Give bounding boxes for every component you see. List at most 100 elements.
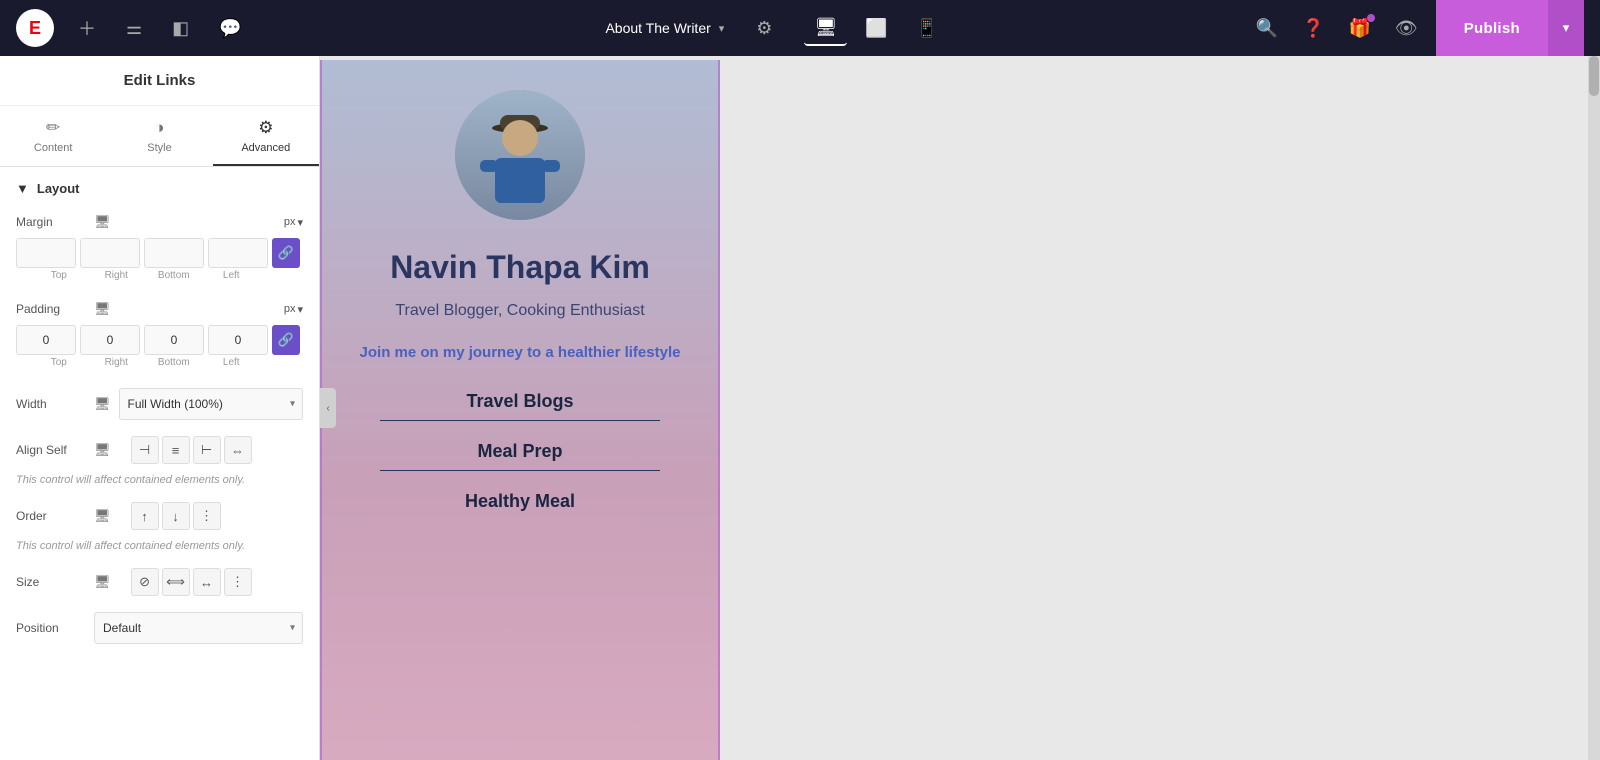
align-self-center-button[interactable]: ≡ xyxy=(162,436,190,464)
padding-link-button[interactable]: 🔗 xyxy=(272,325,300,355)
margin-left-input[interactable] xyxy=(208,238,268,268)
elementor-logo[interactable]: E xyxy=(16,9,54,47)
order-end-button[interactable]: ↓ xyxy=(162,502,190,530)
blog-divider-1 xyxy=(380,420,660,421)
nav-left: E ＋ ⚌ ◧ 💬 xyxy=(0,9,320,47)
responsive-mode-button[interactable]: ⚌ xyxy=(120,12,148,45)
panel-content-area: ▼ Layout Margin 🖥 px ▾ 🔗 xyxy=(0,167,319,672)
writer-name: Navin Thapa Kim xyxy=(390,248,650,286)
tab-content[interactable]: ✏ Content xyxy=(0,106,106,166)
nav-center: About The Writer ▾ ⚙ 🖥 ⬜ 📱 xyxy=(320,11,1234,46)
padding-inputs-row: 🔗 xyxy=(16,325,303,355)
order-device-icon: 🖥 xyxy=(94,508,111,524)
margin-bottom-input[interactable] xyxy=(144,238,204,268)
layers-button[interactable]: ◧ xyxy=(166,12,195,45)
margin-link-button[interactable]: 🔗 xyxy=(272,238,300,268)
padding-unit-selector[interactable]: px ▾ xyxy=(284,303,303,316)
blog-link-meal-prep[interactable]: Meal Prep xyxy=(477,441,562,462)
panel-title: Edit Links xyxy=(0,56,319,106)
help-button[interactable]: ❓ xyxy=(1296,12,1330,45)
size-row: Size 🖥 ⊘ ⟺ ↔ ⋮ xyxy=(0,560,319,604)
margin-left-label: Left xyxy=(205,270,259,281)
order-custom-button[interactable]: ⋮ xyxy=(193,502,221,530)
size-no-resize-button[interactable]: ⊘ xyxy=(131,568,159,596)
publish-button[interactable]: Publish xyxy=(1436,0,1548,56)
size-device-icon: 🖥 xyxy=(94,574,111,590)
tab-advanced[interactable]: ⚙ Advanced xyxy=(213,106,319,166)
margin-bottom-label: Bottom xyxy=(147,270,201,281)
style-tab-label: Style xyxy=(147,142,171,154)
align-self-start-button[interactable]: ⊣ xyxy=(131,436,159,464)
position-label: Position xyxy=(16,621,86,635)
canvas-area: ‹ xyxy=(320,56,1588,760)
width-select[interactable]: Full Width (100%) Custom xyxy=(119,388,303,420)
blog-link-travel[interactable]: Travel Blogs xyxy=(466,391,573,412)
desktop-device-button[interactable]: 🖥 xyxy=(804,11,847,46)
position-row: Position Default Absolute Fixed ▾ xyxy=(0,604,319,652)
width-device-icon: 🖥 xyxy=(94,396,111,412)
writer-tagline: Join me on my journey to a healthier lif… xyxy=(360,344,681,361)
content-tab-icon: ✏ xyxy=(46,118,60,138)
padding-bottom-label: Bottom xyxy=(147,357,201,368)
tablet-device-button[interactable]: ⬜ xyxy=(855,12,897,45)
align-self-buttons: ⊣ ≡ ⊢ ⇔ xyxy=(131,436,252,464)
margin-label: Margin xyxy=(16,215,86,229)
vertical-scrollbar[interactable] xyxy=(1588,56,1600,760)
margin-field-row: Margin 🖥 px ▾ xyxy=(0,206,319,238)
scrollbar-thumb[interactable] xyxy=(1589,56,1599,96)
mobile-device-button[interactable]: 📱 xyxy=(906,12,948,45)
padding-top-label: Top xyxy=(32,357,86,368)
margin-right-input[interactable] xyxy=(80,238,140,268)
nav-right: 🔍 ❓ 🎁 👁 Publish ▾ xyxy=(1234,0,1600,56)
align-self-end-button[interactable]: ⊢ xyxy=(193,436,221,464)
padding-left-input[interactable] xyxy=(208,325,268,355)
layout-arrow-icon: ▼ xyxy=(16,181,29,196)
size-custom-button[interactable]: ⋮ xyxy=(224,568,252,596)
padding-bottom-input[interactable] xyxy=(144,325,204,355)
layout-section-label: Layout xyxy=(37,181,80,196)
align-self-label: Align Self xyxy=(16,443,86,457)
publish-button-group: Publish ▾ xyxy=(1436,0,1584,56)
page-name-label: About The Writer xyxy=(605,20,710,36)
tab-style[interactable]: ◑ Style xyxy=(106,106,212,166)
margin-input-labels: Top Right Bottom Left xyxy=(16,268,303,289)
layout-section-header[interactable]: ▼ Layout xyxy=(0,167,319,206)
person-illustration xyxy=(475,100,565,210)
margin-top-label: Top xyxy=(32,270,86,281)
order-row: Order 🖥 ↑ ↓ ⋮ xyxy=(0,494,319,538)
order-start-button[interactable]: ↑ xyxy=(131,502,159,530)
padding-right-input[interactable] xyxy=(80,325,140,355)
blog-link-healthy-meal[interactable]: Healthy Meal xyxy=(465,491,575,512)
panel-tabs: ✏ Content ◑ Style ⚙ Advanced xyxy=(0,106,319,167)
page-selector-button[interactable]: About The Writer ▾ xyxy=(605,20,724,36)
width-select-wrap: Full Width (100%) Custom ▾ xyxy=(119,388,303,420)
margin-inputs-row: 🔗 xyxy=(16,238,303,268)
add-element-button[interactable]: ＋ xyxy=(72,9,102,47)
align-self-stretch-button[interactable]: ⇔ xyxy=(224,436,252,464)
margin-device-icon: 🖥 xyxy=(94,214,111,230)
align-device-icon: 🖥 xyxy=(94,442,111,458)
device-switcher: 🖥 ⬜ 📱 xyxy=(804,11,948,46)
gift-button[interactable]: 🎁 xyxy=(1342,12,1376,45)
size-shrink-button[interactable]: ↔ xyxy=(193,568,221,596)
left-panel: Edit Links ✏ Content ◑ Style ⚙ Advanced … xyxy=(0,56,320,760)
margin-top-input[interactable] xyxy=(16,238,76,268)
padding-label: Padding xyxy=(16,302,86,316)
publish-dropdown-button[interactable]: ▾ xyxy=(1548,0,1584,56)
padding-input-labels: Top Right Bottom Left xyxy=(16,355,303,376)
blog-divider-2 xyxy=(380,470,660,471)
size-grow-button[interactable]: ⟺ xyxy=(162,568,190,596)
margin-right-label: Right xyxy=(90,270,144,281)
align-self-row: Align Self 🖥 ⊣ ≡ ⊢ ⇔ xyxy=(0,428,319,472)
order-label: Order xyxy=(16,509,86,523)
preview-button[interactable]: 👁 xyxy=(1389,12,1424,45)
panel-collapse-handle[interactable]: ‹ xyxy=(320,388,336,428)
width-label: Width xyxy=(16,397,86,411)
settings-button[interactable]: ⚙ xyxy=(756,18,772,39)
padding-top-input[interactable] xyxy=(16,325,76,355)
position-select[interactable]: Default Absolute Fixed xyxy=(94,612,303,644)
comments-button[interactable]: 💬 xyxy=(213,12,247,45)
search-button[interactable]: 🔍 xyxy=(1250,12,1284,45)
style-tab-icon: ◑ xyxy=(154,118,164,138)
margin-unit-selector[interactable]: px ▾ xyxy=(284,216,303,229)
